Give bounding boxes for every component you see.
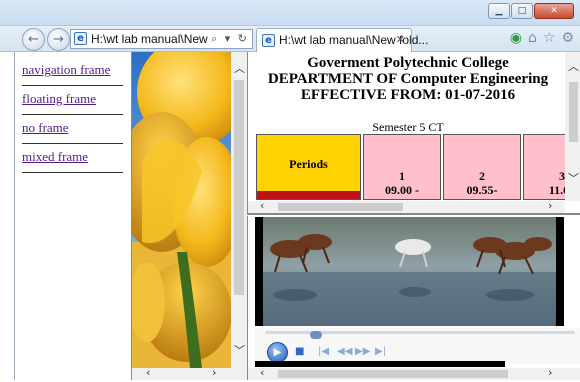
back-button[interactable]: ← [22,28,45,51]
scroll-up-icon[interactable]: ︿ [234,60,245,76]
periods-label: Periods [289,157,328,171]
scroll-thumb[interactable] [234,80,244,295]
frame-image: ︿ ﹀ ‹ › [131,52,247,380]
scroll-right-icon[interactable]: › [548,199,552,212]
link-no-frame[interactable]: no frame [22,120,69,135]
close-window-button[interactable]: ✕ [534,3,574,19]
scroll-right-icon[interactable]: › [548,366,552,379]
browser-tools: ◉ ⌂ ☆ ⚙ [510,30,574,46]
timetable-horizontal-scrollbar[interactable]: ‹ › [248,199,565,213]
timetable-table: Periods 1 09.00 - 2 09.55- 3 11.00 [256,134,580,200]
list-item: mixed frame [22,144,123,173]
scroll-down-icon[interactable]: ﹀ [234,342,245,358]
period-number: 2 [479,169,485,183]
image-vertical-scrollbar[interactable]: ︿ ﹀ [231,52,247,368]
address-text[interactable]: H:\wt lab manual\New folde [91,30,211,48]
frame-timetable: Goverment Polytechnic College DEPARTMENT… [247,52,580,215]
link-mixed-frame[interactable]: mixed frame [22,149,88,164]
tab-active[interactable]: e H:\wt lab manual\New fold... ✕ [256,28,428,52]
nav-list: navigation frame floating frame no frame… [15,52,131,173]
period-cell-2: 2 09.55- [443,134,521,200]
skip-forward-icon[interactable]: ▶| [375,346,386,357]
play-icon: ▶ [273,347,282,358]
tulip-image [132,52,231,368]
stop-icon[interactable]: ■ [295,346,304,357]
scroll-thumb[interactable] [569,82,578,142]
fast-forward-icon[interactable]: ▶▶ [355,346,370,357]
scroll-thumb[interactable] [278,203,403,211]
scroll-down-icon[interactable]: ﹀ [568,170,579,186]
periods-header-cell: Periods [256,134,361,200]
forward-icon: → [53,32,64,47]
ie-icon: e [262,34,275,47]
list-item: floating frame [22,86,123,115]
scroll-up-icon[interactable]: ︿ [568,58,579,74]
video-letterbox [255,361,505,367]
video-frame[interactable] [255,217,564,326]
star-icon[interactable]: ☆ [543,30,556,46]
rewind-icon[interactable]: ◀◀ [337,346,352,357]
scroll-thumb[interactable] [278,370,508,378]
window-titlebar: ▁ □ ✕ [0,0,580,26]
address-bar[interactable]: e H:\wt lab manual\New folde ⌕ ▾ ↻ [70,29,253,49]
frame-video: ▶ ■ |◀ ◀◀ ▶▶ ▶| ‹ › [247,216,580,380]
timetable-heading: Goverment Polytechnic College DEPARTMENT… [248,52,568,103]
video-horizontal-scrollbar[interactable]: ‹ › [248,366,580,380]
site-icon: ◉ [509,30,522,46]
scroll-left-icon[interactable]: ‹ [260,199,264,212]
window-controls: ▁ □ ✕ [488,3,574,19]
scroll-left-icon[interactable]: ‹ [260,366,264,379]
frame-navigation: navigation frame floating frame no frame… [14,52,131,380]
scroll-right-icon[interactable]: › [212,366,216,379]
tab-close-icon[interactable]: ✕ [396,29,405,51]
period-number: 1 [399,169,405,183]
college-name: Goverment Polytechnic College [307,55,509,71]
minimize-button[interactable]: ▁ [488,3,510,19]
period-time: 09.00 - [385,183,419,197]
play-button[interactable]: ▶ [267,342,288,363]
row-accent-bar [257,191,360,199]
period-cell-1: 1 09.00 - [363,134,441,200]
media-controls: ▶ ■ |◀ ◀◀ ▶▶ ▶| [255,328,580,364]
timetable-vertical-scrollbar[interactable]: ︿ ﹀ [565,52,580,201]
ie-icon: e [74,32,87,45]
address-controls[interactable]: ⌕ ▾ ↻ [211,30,249,48]
browser-navbar: ← → e H:\wt lab manual\New folde ⌕ ▾ ↻ e… [0,26,580,52]
image-horizontal-scrollbar[interactable]: ‹ › [132,366,247,380]
forward-button[interactable]: → [47,28,70,51]
effective-date: EFFECTIVE FROM: 01-07-2016 [300,87,516,103]
department-name: DEPARTMENT OF Computer Engineering [267,71,549,87]
period-time: 09.55- [466,183,498,197]
link-navigation-frame[interactable]: navigation frame [22,62,110,77]
gear-icon[interactable]: ⚙ [561,30,574,46]
list-item: navigation frame [22,57,123,86]
link-floating-frame[interactable]: floating frame [22,91,96,106]
scroll-left-icon[interactable]: ‹ [146,366,150,379]
seek-thumb[interactable] [309,331,322,339]
skip-back-icon[interactable]: |◀ [318,346,329,357]
home-icon[interactable]: ⌂ [528,30,537,46]
semester-caption: Semester 5 CT [372,120,444,134]
seek-bar[interactable] [265,331,575,339]
list-item: no frame [22,115,123,144]
back-icon: ← [28,32,39,47]
tab-title: H:\wt lab manual\New fold... [279,33,429,47]
maximize-button[interactable]: □ [511,3,533,19]
